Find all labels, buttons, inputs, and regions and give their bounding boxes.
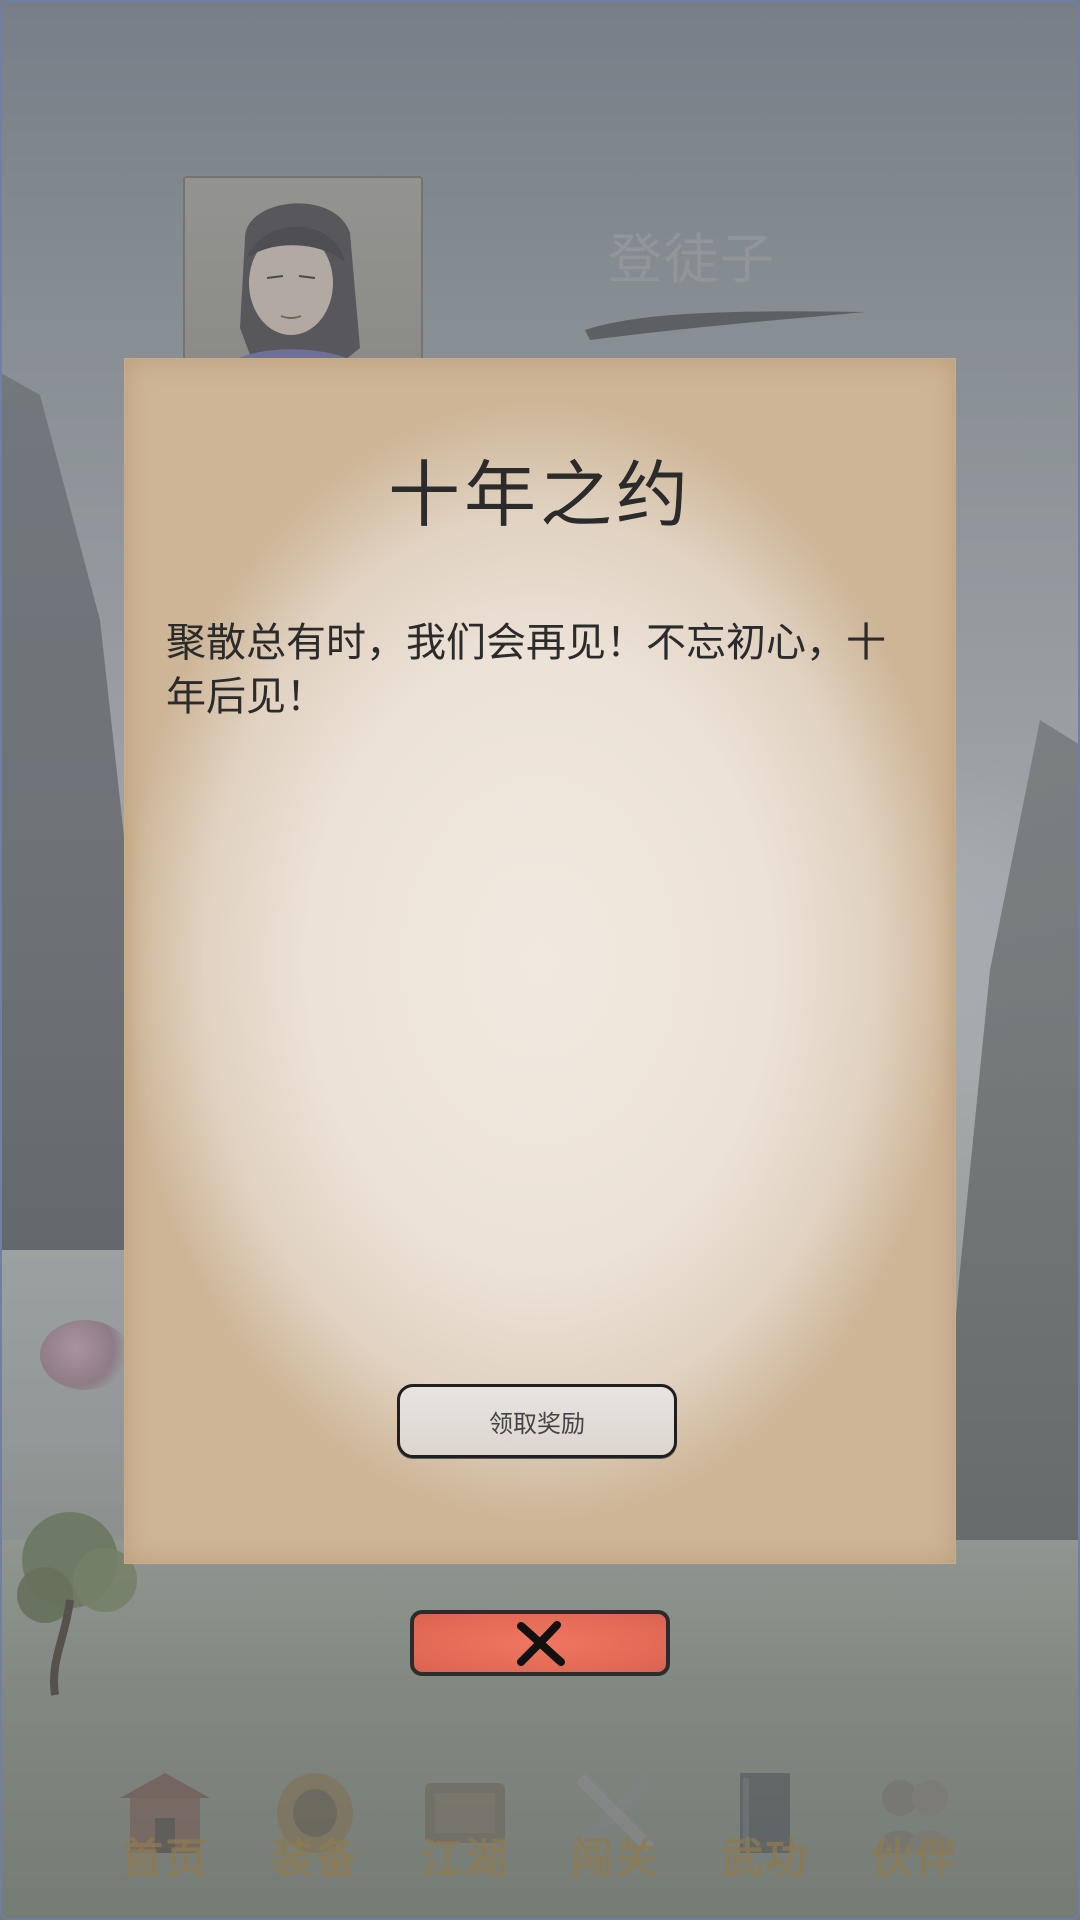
reward-dialog: 十年之约 聚散总有时，我们会再见！不忘初心，十年后见！ 领取奖励	[124, 358, 956, 1564]
nav-label: 首页	[120, 1834, 209, 1883]
nav-label: 伙伴	[870, 1834, 959, 1883]
nav-label: 装备	[270, 1834, 359, 1883]
close-button[interactable]	[410, 1610, 670, 1676]
close-icon	[517, 1621, 565, 1666]
claim-reward-button[interactable]: 领取奖励	[397, 1384, 677, 1458]
nav-label: 江湖	[420, 1834, 509, 1883]
dialog-title: 十年之约	[387, 453, 692, 537]
nav-label: 闯关	[570, 1834, 659, 1883]
dialog-message: 聚散总有时，我们会再见！不忘初心，十年后见！	[166, 620, 886, 720]
nav-label: 武功	[720, 1834, 809, 1883]
